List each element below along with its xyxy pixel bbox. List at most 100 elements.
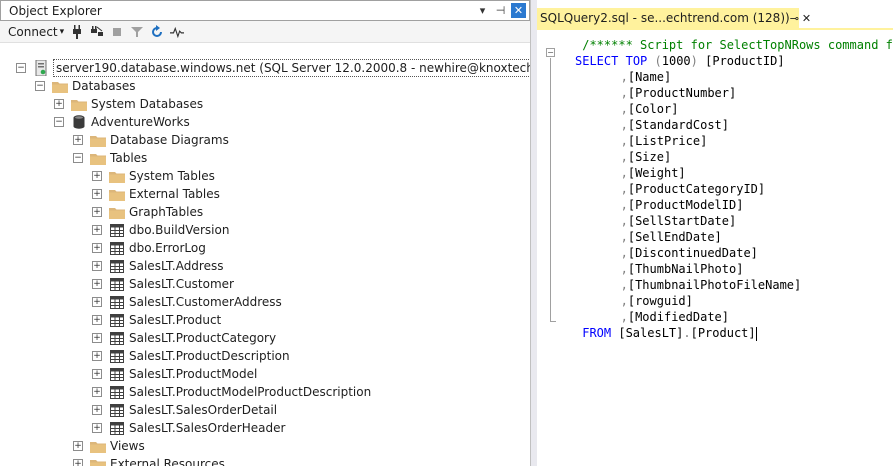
close-panel-icon[interactable]: ✕ [511,3,526,18]
tree-node[interactable]: + SalesLT.SalesOrderHeader [92,419,285,437]
close-tab-icon[interactable]: ✕ [802,12,811,25]
folder-icon [109,187,125,201]
code-token: [Name] [627,70,672,84]
expand-icon[interactable]: + [92,297,102,307]
object-explorer-toolbar: Connect ▾ [0,21,530,43]
tree-node[interactable]: − AdventureWorks [54,113,190,131]
expand-icon[interactable]: + [54,99,64,109]
tree-node[interactable]: + External Resources [73,455,225,466]
collapse-icon[interactable]: − [54,117,64,127]
stop-icon[interactable] [110,25,124,39]
folder-icon [90,439,106,453]
tree-node[interactable]: + SalesLT.ProductModel [92,365,257,383]
collapse-icon[interactable]: − [73,153,83,163]
code-token: /****** Script for SelectTopNRows comman… [582,38,893,52]
collapse-icon[interactable]: − [16,63,26,73]
expand-icon[interactable]: + [92,207,102,217]
tree-node[interactable]: + SalesLT.Customer [92,275,234,293]
query-editor-pane: SQLQuery2.sql - se...echtrend.com (128))… [537,0,893,466]
code-token: SELECT [575,54,619,68]
activity-monitor-icon[interactable] [170,25,185,39]
table-icon [109,223,125,237]
pin-icon[interactable]: ⊣ [493,3,508,18]
code-token: , [620,246,628,260]
code-token: , [620,294,628,308]
code-line: ,[ProductCategoryID] [621,181,766,197]
code-token: [ProductID] [697,54,785,68]
expand-icon[interactable]: + [92,189,102,199]
tab-sqlquery2[interactable]: SQLQuery2.sql - se...echtrend.com (128))… [537,8,811,28]
expand-icon[interactable]: + [92,243,102,253]
tree-node[interactable]: + dbo.ErrorLog [92,239,206,257]
expand-icon[interactable]: + [73,459,83,466]
tree-node-label: SalesLT.ProductModelProductDescription [129,385,372,399]
tree-node[interactable]: + SalesLT.ProductCategory [92,329,276,347]
code-line: ,[ThumbNailPhoto] [621,261,744,277]
tree-node[interactable]: + SalesLT.Product [92,311,221,329]
code-token: [StandardCost] [627,118,730,132]
tree-node[interactable]: + SalesLT.ProductDescription [92,347,290,365]
tree-node[interactable]: − server190.database.windows.net (SQL Ser… [16,59,530,77]
object-explorer-panel: Object Explorer ▾ ⊣ ✕ Connect ▾ − server1… [0,0,531,466]
table-icon [109,277,125,291]
disconnect-plug-icon[interactable] [90,25,104,39]
code-token: [Weight] [627,166,686,180]
tree-node[interactable]: + dbo.BuildVersion [92,221,229,239]
sql-code-area[interactable]: /****** Script for SelectTopNRows comman… [557,30,893,466]
expand-icon[interactable]: + [92,405,102,415]
code-line: ,[SellEndDate] [621,229,722,245]
tree-node[interactable]: − Tables [73,149,147,167]
object-explorer-tree: − server190.database.windows.net (SQL Ser… [0,58,530,466]
expand-icon[interactable]: + [92,423,102,433]
expand-icon[interactable]: + [92,369,102,379]
code-token: [SalesLT] [611,326,684,340]
table-icon [109,259,125,273]
tree-node[interactable]: + GraphTables [92,203,203,221]
pin-tab-icon[interactable]: ⊸ [790,12,799,25]
expand-icon[interactable]: + [73,441,83,451]
code-line: ,[rowguid] [621,293,693,309]
tree-node-label: Tables [110,151,148,165]
tree-node[interactable]: + System Tables [92,167,215,185]
tree-node[interactable]: + System Databases [54,95,203,113]
tree-node[interactable]: + SalesLT.CustomerAddress [92,293,282,311]
tree-node[interactable]: + External Tables [92,185,220,203]
tree-node-label: External Resources [110,457,225,466]
code-token: , [620,214,628,228]
tree-node[interactable]: + SalesLT.Address [92,257,223,275]
tree-node[interactable]: + Database Diagrams [73,131,229,149]
expand-icon[interactable]: + [92,351,102,361]
tree-node[interactable]: + Views [73,437,145,455]
expand-icon[interactable]: + [73,135,83,145]
folder-icon [109,205,125,219]
collapse-region-icon[interactable]: − [546,48,555,57]
window-position-dropdown-icon[interactable]: ▾ [475,3,490,18]
tree-node[interactable]: + SalesLT.ProductModelProductDescription [92,383,371,401]
code-token: [Product] [690,326,756,340]
expand-icon[interactable]: + [92,279,102,289]
code-line: ,[StandardCost] [621,117,729,133]
connect-button[interactable]: Connect ▾ [8,23,64,41]
folder-icon [90,457,106,466]
expand-icon[interactable]: + [92,225,102,235]
expand-icon[interactable]: + [92,387,102,397]
code-line: ,[ThumbnailPhotoFileName] [621,277,802,293]
database-icon [71,115,87,129]
tree-node[interactable]: − Databases [35,77,136,95]
code-token: [ProductCategoryID] [627,182,766,196]
code-token: [ThumbnailPhotoFileName] [627,278,802,292]
code-token: ( [654,54,662,68]
expand-icon[interactable]: + [92,315,102,325]
collapse-icon[interactable]: − [35,81,45,91]
filter-icon[interactable] [130,25,144,39]
tree-node[interactable]: + SalesLT.SalesOrderDetail [92,401,277,419]
connect-plug-icon[interactable] [70,24,84,39]
code-token: , [620,118,628,132]
tree-node-label: SalesLT.Product [129,313,222,327]
expand-icon[interactable]: + [92,333,102,343]
expand-icon[interactable]: + [92,261,102,271]
tab-title: SQLQuery2.sql - se...echtrend.com (128)) [540,11,790,25]
expand-icon[interactable]: + [92,171,102,181]
refresh-icon[interactable] [150,24,164,39]
folder-icon [90,151,106,165]
